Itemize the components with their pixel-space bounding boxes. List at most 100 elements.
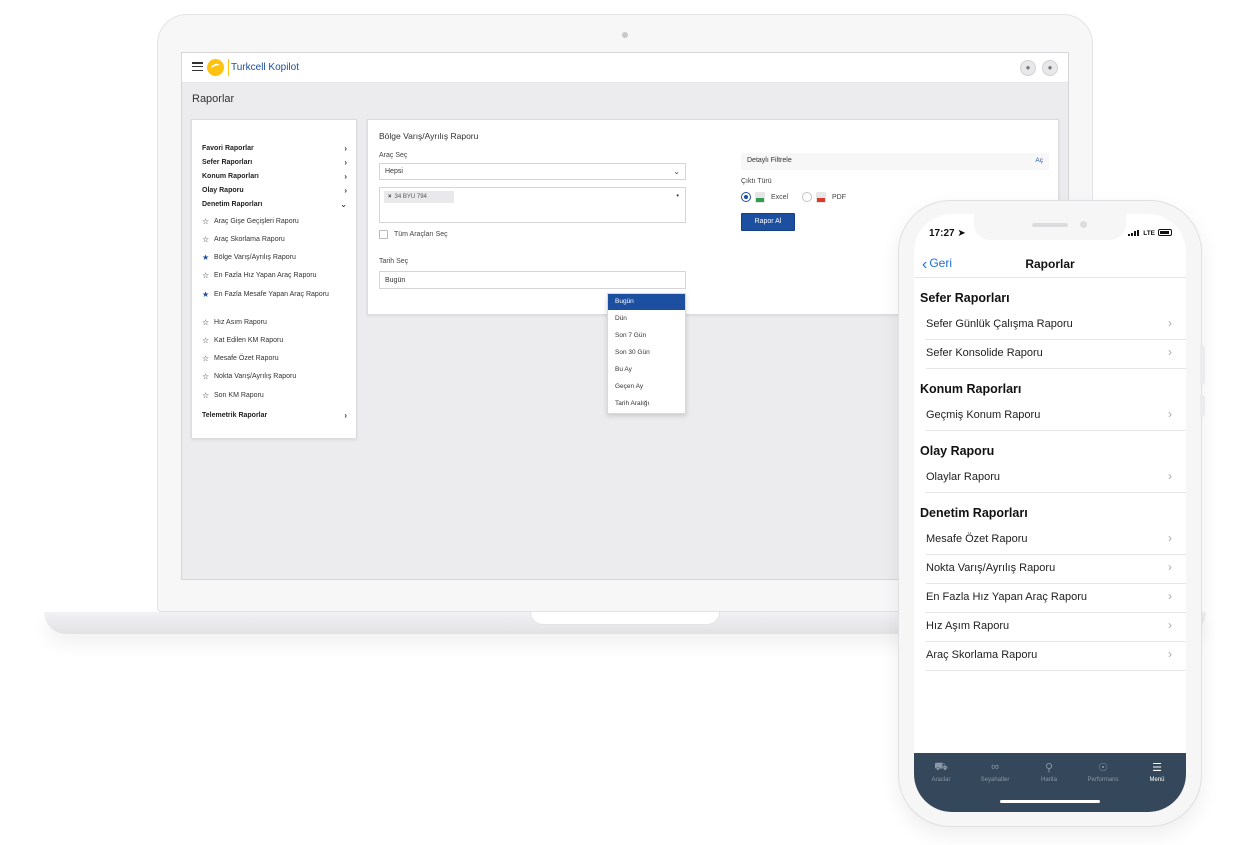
remove-tag-icon[interactable]: ×	[388, 194, 392, 200]
hamburger-menu-icon[interactable]	[192, 62, 203, 72]
section-title: Konum Raporları	[920, 382, 1022, 396]
sidebar-item-label: Araç Skorlama Raporu	[214, 236, 285, 243]
front-camera	[1080, 221, 1087, 228]
date-option[interactable]: Dün	[608, 311, 685, 327]
sidebar-item-label: En Fazla Hız Yapan Araç Raporu	[214, 272, 317, 279]
filter-open-link[interactable]: Aç	[1035, 157, 1043, 164]
star-outline-icon[interactable]: ☆	[202, 271, 209, 280]
star-outline-icon[interactable]: ☆	[202, 318, 209, 327]
pdf-radio[interactable]	[802, 192, 812, 202]
category-label: Konum Raporları	[202, 173, 259, 180]
select-all-checkbox[interactable]	[379, 230, 388, 239]
tab-araclar[interactable]: ⛟ Araclar	[914, 761, 968, 783]
report-row[interactable]: Sefer Günlük Çalışma Raporu ›	[926, 311, 1186, 340]
status-indicators: LTE	[1128, 229, 1172, 238]
bell-icon[interactable]: ●	[1020, 60, 1036, 76]
sidebar-item[interactable]: ★ Bölge Varış/Ayrılış Raporu	[202, 253, 334, 262]
laptop-notch	[530, 612, 720, 625]
vehicle-select[interactable]: Hepsi ⌄	[379, 163, 686, 180]
report-row-label: Mesafe Özet Raporu	[926, 533, 1028, 545]
star-outline-icon[interactable]: ☆	[202, 217, 209, 226]
report-row[interactable]: Geçmiş Konum Raporu ›	[926, 402, 1186, 431]
category-label: Favori Raporlar	[202, 145, 254, 152]
star-outline-icon[interactable]: ☆	[202, 235, 209, 244]
star-filled-icon[interactable]: ★	[202, 253, 209, 262]
clear-icon[interactable]: •	[676, 191, 679, 200]
tab-harita[interactable]: ⚲ Harita	[1022, 761, 1076, 783]
report-row[interactable]: Nokta Varış/Ayrılış Raporu ›	[926, 555, 1186, 584]
report-row[interactable]: Hız Aşım Raporu ›	[926, 613, 1186, 642]
report-row[interactable]: Olaylar Raporu ›	[926, 464, 1186, 493]
report-row-label: Geçmiş Konum Raporu	[926, 409, 1041, 421]
tab-seyahatler[interactable]: ∞ Seyahatler	[968, 761, 1022, 783]
status-time-text: 17:27	[929, 228, 955, 239]
date-option[interactable]: Tarih Aralığı	[608, 396, 685, 412]
turkcell-logo-icon	[207, 59, 224, 76]
category-label: Sefer Raporları	[202, 159, 253, 166]
chevron-right-icon: ›	[344, 411, 347, 420]
user-icon[interactable]: ●	[1042, 60, 1058, 76]
chevron-right-icon: ›	[1168, 531, 1172, 545]
sidebar-item[interactable]: ☆ Araç Skorlama Raporu	[202, 235, 334, 244]
detailed-filter-bar[interactable]: Detaylı Filtrele Aç	[741, 153, 1049, 170]
chevron-right-icon: ›	[1168, 469, 1172, 483]
report-row-label: Sefer Günlük Çalışma Raporu	[926, 318, 1073, 330]
sidebar-category-olay[interactable]: Olay Raporu ›	[202, 186, 347, 195]
chevron-right-icon: ›	[344, 172, 347, 181]
star-outline-icon[interactable]: ☆	[202, 336, 209, 345]
sidebar-item-label: Bölge Varış/Ayrılış Raporu	[214, 254, 296, 261]
logo-separator	[228, 59, 229, 76]
category-label: Denetim Raporları	[202, 201, 263, 208]
report-row[interactable]: Mesafe Özet Raporu ›	[926, 526, 1186, 555]
sidebar-item[interactable]: ☆ Araç Gişe Geçişleri Raporu	[202, 217, 334, 226]
sidebar-item[interactable]: ☆ Mesafe Özet Raporu	[202, 354, 334, 363]
sidebar-category-telemetrik[interactable]: Telemetrik Raporlar ›	[202, 411, 347, 420]
map-pin-icon: ⚲	[1044, 762, 1054, 774]
chevron-right-icon: ›	[344, 144, 347, 153]
tab-menu[interactable]: ☰ Menü	[1130, 761, 1184, 783]
date-option[interactable]: Bu Ay	[608, 362, 685, 378]
report-row-label: Sefer Konsolide Raporu	[926, 347, 1043, 359]
pdf-label: PDF	[832, 194, 846, 201]
sidebar-item[interactable]: ☆ En Fazla Hız Yapan Araç Raporu	[202, 271, 334, 280]
report-row[interactable]: En Fazla Hız Yapan Araç Raporu ›	[926, 584, 1186, 613]
sidebar-item[interactable]: ☆ Son KM Raporu	[202, 391, 334, 400]
vehicle-select-value: Hepsi	[385, 168, 403, 175]
date-option[interactable]: Son 30 Gün	[608, 345, 685, 361]
date-option[interactable]: Bugün	[608, 294, 685, 310]
vehicle-tag[interactable]: × 34 BYU 794	[384, 191, 454, 203]
star-outline-icon[interactable]: ☆	[202, 354, 209, 363]
sidebar-item[interactable]: ★ En Fazla Mesafe Yapan Araç Raporu	[202, 290, 334, 299]
sidebar-category-sefer[interactable]: Sefer Raporları ›	[202, 158, 347, 167]
star-outline-icon[interactable]: ☆	[202, 391, 209, 400]
vehicle-tags[interactable]: × 34 BYU 794 •	[379, 187, 686, 223]
network-label: LTE	[1143, 230, 1155, 237]
chevron-right-icon: ›	[1168, 647, 1172, 661]
sidebar-category-denetim[interactable]: Denetim Raporları ⌄	[202, 200, 347, 209]
sidebar-item[interactable]: ☆ Nokta Varış/Ayrılış Raporu	[202, 372, 334, 381]
report-row-label: Olaylar Raporu	[926, 471, 1000, 483]
brand-name[interactable]: Turkcell Kopilot	[231, 62, 299, 73]
select-all-label: Tüm Araçları Seç	[394, 231, 448, 238]
sidebar-category-konum[interactable]: Konum Raporları ›	[202, 172, 347, 181]
vehicle-label: Araç Seç	[379, 152, 408, 159]
report-row[interactable]: Sefer Konsolide Raporu ›	[926, 340, 1186, 369]
star-outline-icon[interactable]: ☆	[202, 372, 209, 381]
date-option[interactable]: Son 7 Gün	[608, 328, 685, 344]
sidebar-item[interactable]: ☆ Hız Asım Raporu	[202, 318, 334, 327]
phone-side-button	[1200, 345, 1205, 385]
date-option[interactable]: Geçen Ay	[608, 379, 685, 395]
excel-radio[interactable]	[741, 192, 751, 202]
chevron-right-icon: ›	[1168, 345, 1172, 359]
star-filled-icon[interactable]: ★	[202, 290, 209, 299]
date-select[interactable]: Bugün	[379, 271, 686, 289]
date-dropdown: Bugün Dün Son 7 Gün Son 30 Gün Bu Ay Geç…	[607, 293, 686, 414]
get-report-button[interactable]: Rapor Al	[741, 213, 795, 231]
tab-label: Menü	[1149, 777, 1165, 783]
tab-performans[interactable]: ☉ Performans	[1076, 761, 1130, 783]
report-row[interactable]: Araç Skorlama Raporu ›	[926, 642, 1186, 671]
device-mockup: Turkcell Kopilot ● ● Raporlar Favori Rap…	[0, 0, 1250, 845]
sidebar-category-favori[interactable]: Favori Raporlar ›	[202, 144, 347, 153]
category-label: Telemetrik Raporlar	[202, 412, 268, 419]
sidebar-item[interactable]: ☆ Kat Edilen KM Raporu	[202, 336, 334, 345]
